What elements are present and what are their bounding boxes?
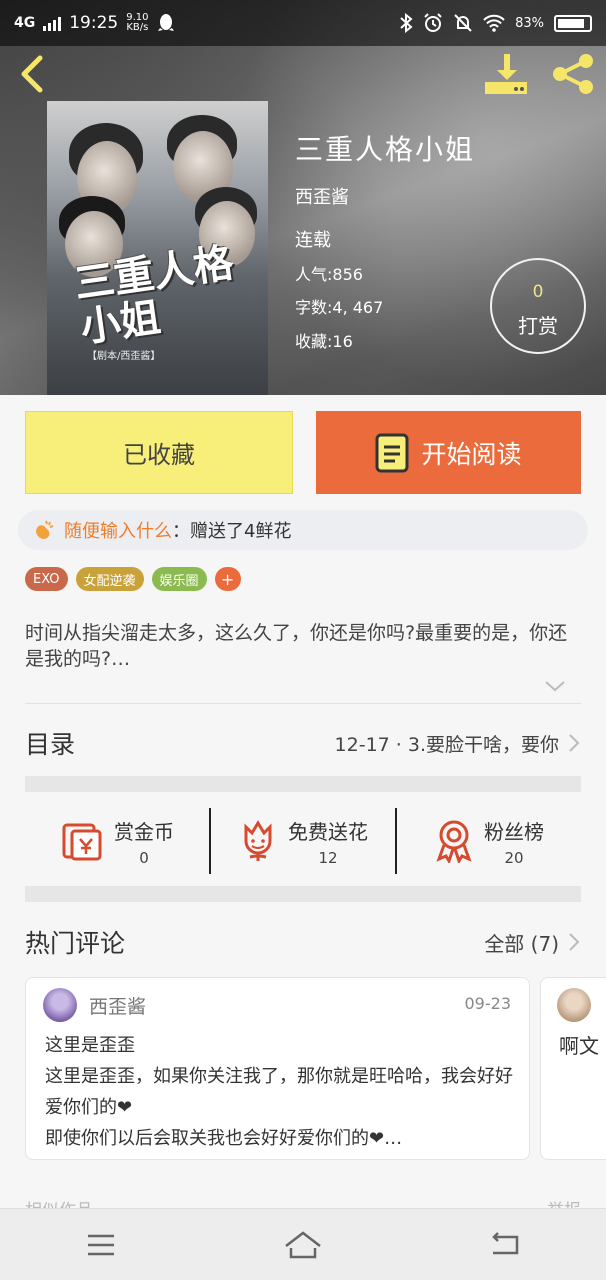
book-status: 连载 [295,230,331,251]
hot-comments-header: 热门评论 全部 (7) [25,920,581,964]
gift-separator: ： [172,521,190,542]
back-button[interactable] [475,1225,535,1265]
mute-icon [454,14,472,32]
book-word-count: 字数:4, 467 [295,298,384,317]
book-author[interactable]: 西歪酱 [295,183,349,209]
stat-flowers[interactable]: 免费送花 12 [209,808,395,874]
book-header: 4G 19:25 9.10 KB/s 83% 三重人格小姐 【剧本/西歪酱】 三重… [0,0,606,395]
alarm-icon [424,13,442,32]
clap-icon [36,520,54,539]
tip-label: 打赏 [518,314,558,338]
comment-line: 这里是歪歪 [45,1035,135,1056]
avatar[interactable] [557,988,591,1022]
stats-row: 赏金币 0 免费送花 12 粉丝榜 20 [25,808,581,874]
all-comments-link[interactable]: 全部 (7) [484,928,559,957]
flower-icon [244,820,272,861]
menu-icon [88,1234,114,1255]
stat-flowers-label: 免费送花 [288,819,368,844]
system-nav-bar [0,1208,606,1280]
tag-list: EXO 女配逆袭 娱乐圈 + [25,567,241,591]
share-icon[interactable] [550,52,596,96]
back-icon[interactable] [14,54,50,94]
stat-fans-label: 粉丝榜 [484,819,544,844]
start-reading-label: 开始阅读 [421,439,522,469]
wifi-icon [483,14,505,32]
network-type: 4G [14,15,36,31]
book-description: 时间从指尖溜走太多，这么久了，你还是你吗?最重要的是，你还是我的吗?… [25,622,568,670]
chevron-right-icon[interactable] [567,932,581,952]
return-icon [492,1231,519,1254]
tip-count: 0 [532,282,544,302]
section-separator [25,886,581,902]
stat-fans-value: 20 [504,848,524,867]
clock: 19:25 [69,13,119,33]
comment-line: 这里是歪歪，如果你关注我了，那你就是旺哈哈，我会好好爱你们的❤ [45,1066,513,1118]
add-tag-button[interactable]: + [214,567,241,591]
divider [25,703,581,704]
tip-button[interactable]: 0 打赏 [490,258,586,354]
gift-sender: 随便输入什么 [64,521,172,542]
expand-chevron-icon[interactable] [543,677,567,695]
comment-date: 09-23 [464,994,512,1013]
favorite-button-label: 已收藏 [123,441,195,469]
net-speed: 9.10 KB/s [126,12,149,33]
latest-chapter: 12-17 · 3.要脸干啥，要你 [334,733,559,756]
comment-text: 这里是歪歪 这里是歪歪，如果你关注我了，那你就是旺哈哈，我会好好爱你们的❤ 即使… [45,1030,515,1154]
section-separator [25,776,581,792]
gift-message: 赠送了4鲜花 [190,521,292,542]
hot-comments-title: 热门评论 [25,929,126,958]
favorite-button[interactable]: 已收藏 [25,411,293,494]
medal-icon [436,820,472,863]
tag-entertainment[interactable]: 娱乐圈 [151,567,207,591]
gift-notice-bar[interactable]: 随便输入什么 ： 赠送了4鲜花 [18,510,588,550]
home-button[interactable] [273,1225,333,1265]
toc-label: 目录 [25,730,76,759]
stat-coins[interactable]: 赏金币 0 [25,808,209,874]
book-title: 三重人格小姐 [295,133,476,166]
tag-exo[interactable]: EXO [25,567,68,591]
coin-envelope-icon [62,823,102,861]
start-reading-button[interactable]: 开始阅读 [316,411,581,494]
battery-percent: 83% [515,15,544,31]
comment-text: 啊文 [559,1034,599,1058]
cover-credit: 【剧本/西歪酱】 [87,351,161,362]
qq-icon [157,14,174,31]
comment-card[interactable]: 啊文 [540,977,606,1160]
tag-female-lead[interactable]: 女配逆袭 [75,567,144,591]
book-favorites: 收藏:16 [295,332,353,351]
book-popularity: 人气:856 [295,265,363,284]
stat-fans[interactable]: 粉丝榜 20 [395,808,581,874]
avatar[interactable] [43,988,77,1022]
bluetooth-icon [400,13,413,33]
stat-flowers-value: 12 [318,848,338,867]
stat-coins-value: 0 [139,848,149,867]
status-bar: 4G 19:25 9.10 KB/s 83% [0,0,606,46]
chevron-right-icon [569,734,580,752]
comment-line: 即使你们以后会取关我也会好好爱你们的❤… [45,1128,403,1149]
battery-icon [554,14,592,32]
download-icon[interactable] [482,52,530,96]
menu-button[interactable] [71,1225,131,1265]
book-cover[interactable]: 三重人格小姐 【剧本/西歪酱】 [47,101,268,395]
comment-card[interactable]: 西歪酱 09-23 这里是歪歪 这里是歪歪，如果你关注我了，那你就是旺哈哈，我会… [25,977,530,1160]
comment-username[interactable]: 西歪酱 [89,992,146,1019]
book-icon [375,433,409,472]
table-of-contents-row[interactable]: 目录 12-17 · 3.要脸干啥，要你 [25,718,581,768]
signal-icon [43,15,62,31]
stat-coins-label: 赏金币 [114,819,174,844]
home-icon [285,1230,321,1258]
